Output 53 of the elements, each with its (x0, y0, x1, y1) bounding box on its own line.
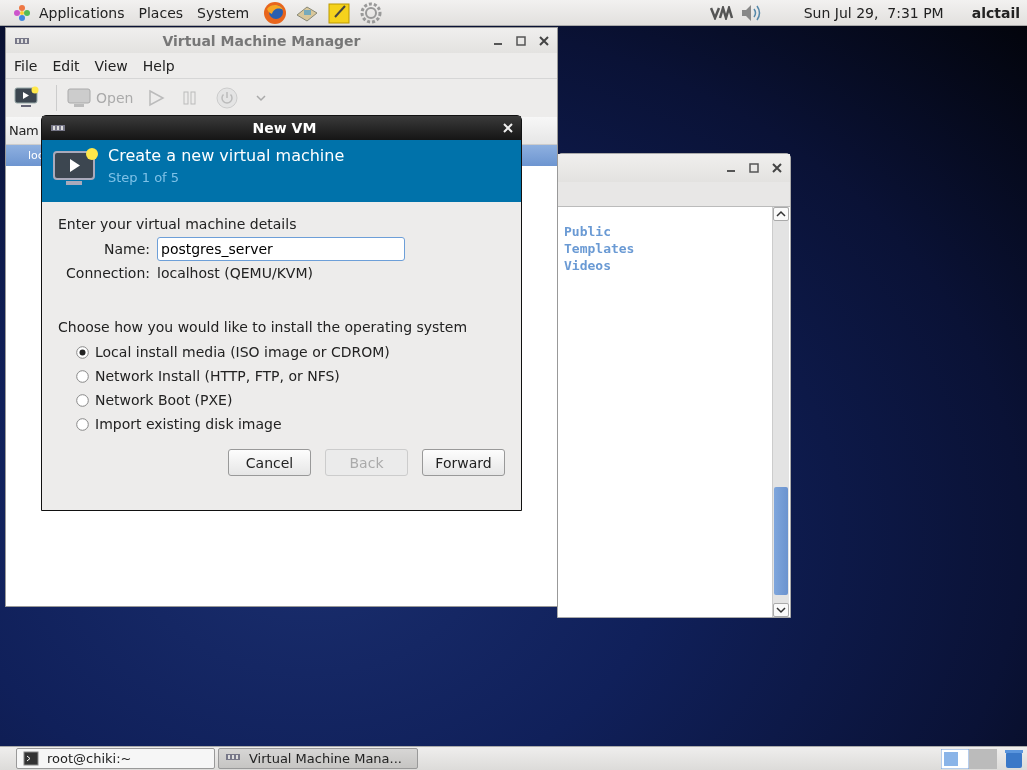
user-name[interactable]: alctail (971, 4, 1020, 21)
window-title: Virtual Machine Manager (161, 32, 362, 49)
scrollbar[interactable] (772, 207, 789, 617)
radio-button[interactable] (76, 345, 89, 359)
field-label: Connection: (65, 265, 150, 281)
new-vm-icon (52, 146, 98, 188)
section-label: Choose how you would like to install the operating system (58, 319, 469, 335)
option-label[interactable]: Import existing disk image (95, 416, 282, 432)
clock[interactable]: Sun Jul 29, 7:31 PM (803, 4, 944, 21)
new-vm-icon[interactable] (14, 86, 40, 110)
close-icon[interactable] (539, 35, 549, 46)
taskbar-button[interactable]: root@chiki:~ (16, 748, 215, 769)
dialog-heading: Create a new virtual machine (108, 146, 345, 165)
browser-icon[interactable] (263, 0, 288, 25)
gear-icon[interactable] (359, 0, 384, 25)
field-label: Name: (102, 241, 150, 257)
vm-tray-icon[interactable] (709, 5, 734, 20)
name-field[interactable]: postgres_server (157, 237, 405, 261)
column-header-text[interactable]: Nam (9, 123, 39, 138)
radio-button[interactable] (76, 417, 89, 431)
forward-button[interactable]: Forward (422, 449, 505, 476)
scroll-thumb[interactable] (774, 487, 788, 595)
option-label[interactable]: Network Install (HTTP, FTP, or NFS) (95, 368, 340, 384)
menu-item[interactable]: File (14, 57, 38, 74)
notepad-icon[interactable] (327, 0, 352, 25)
option-label[interactable]: Network Boot (PXE) (95, 392, 233, 408)
trash-icon[interactable] (1005, 748, 1023, 769)
panel-menu[interactable]: Places (138, 4, 184, 21)
close-icon[interactable] (772, 163, 782, 173)
caret-icon[interactable] (255, 93, 268, 103)
radio-button[interactable] (76, 393, 89, 407)
menu-item[interactable]: View (94, 57, 128, 74)
option-label[interactable]: Local install media (ISO image or CDROM) (95, 344, 390, 360)
scroll-down-icon[interactable] (773, 603, 789, 617)
monitor-icon (67, 88, 91, 108)
vm-logo-icon (50, 122, 66, 134)
window-title: New VM (251, 120, 318, 136)
scroll-up-icon[interactable] (773, 207, 789, 221)
panel-menu[interactable]: System (197, 4, 250, 21)
connection-value: localhost (QEMU/KVM) (157, 265, 314, 281)
menu-item[interactable]: Help (142, 57, 175, 74)
terminal-icon (23, 751, 39, 766)
cancel-button[interactable]: Cancel (228, 449, 311, 476)
radio-button[interactable] (76, 369, 89, 383)
workspace-switcher-icon[interactable] (941, 748, 997, 769)
panel-menu[interactable]: Applications (39, 4, 125, 21)
step-indicator: Step 1 of 5 (108, 170, 181, 185)
maximize-icon[interactable] (749, 163, 759, 173)
flower-icon[interactable] (13, 3, 31, 22)
taskbar-button[interactable]: Virtual Machine Mana... (218, 748, 418, 769)
maximize-icon[interactable] (516, 35, 526, 46)
menu-item[interactable]: Edit (52, 57, 80, 74)
section-label: Enter your virtual machine details (58, 216, 298, 232)
